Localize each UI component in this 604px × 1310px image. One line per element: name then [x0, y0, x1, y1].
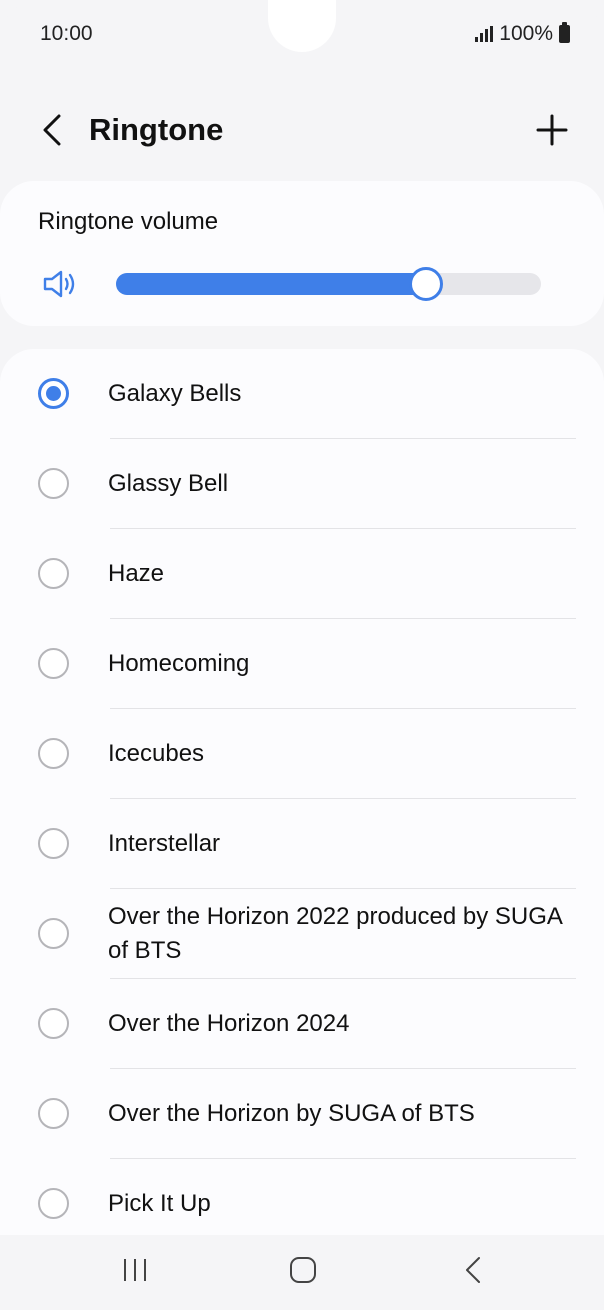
ringtone-row[interactable]: Over the Horizon by SUGA of BTS	[0, 1069, 604, 1159]
radio-button[interactable]	[38, 1188, 69, 1219]
ringtone-list: Galaxy Bells Glassy Bell Haze Homecoming…	[0, 349, 604, 1249]
radio-button[interactable]	[38, 738, 69, 769]
ringtone-label: Interstellar	[108, 830, 221, 857]
radio-button[interactable]	[38, 468, 69, 499]
app-header: Ringtone	[0, 100, 604, 164]
back-icon	[466, 1257, 480, 1283]
volume-slider[interactable]	[116, 267, 541, 301]
home-icon	[290, 1257, 316, 1283]
ringtone-label: Glassy Bell	[108, 470, 229, 497]
status-indicators: 100%	[475, 22, 570, 46]
speaker-icon[interactable]	[42, 269, 78, 299]
ringtone-row[interactable]: Interstellar	[0, 799, 604, 889]
add-ringtone-button[interactable]	[530, 108, 574, 152]
back-nav-button[interactable]	[443, 1245, 503, 1295]
volume-label: Ringtone volume	[38, 208, 219, 235]
radio-button[interactable]	[38, 918, 69, 949]
battery-icon	[559, 22, 570, 43]
ringtone-label: Galaxy Bells	[108, 380, 242, 407]
phone-screen: 10:00 100% Ringtone Ringtone volume Gala…	[0, 0, 604, 1310]
volume-slider-fill	[116, 273, 427, 295]
ringtone-row[interactable]: Haze	[0, 529, 604, 619]
ringtone-label: Homecoming	[108, 650, 250, 677]
ringtone-label: Over the Horizon 2022 produced by SUGA o…	[108, 903, 562, 964]
ringtone-row[interactable]: Glassy Bell	[0, 439, 604, 529]
ringtone-label: Icecubes	[108, 740, 205, 767]
radio-button-selected[interactable]	[38, 378, 69, 409]
volume-slider-thumb[interactable]	[409, 267, 444, 301]
radio-button[interactable]	[38, 648, 69, 679]
status-time: 10:00	[40, 22, 93, 45]
ringtone-label: Over the Horizon by SUGA of BTS	[108, 1100, 475, 1127]
ringtone-row[interactable]: Homecoming	[0, 619, 604, 709]
radio-button[interactable]	[38, 828, 69, 859]
back-button[interactable]	[30, 108, 74, 152]
status-bar: 10:00 100%	[0, 0, 604, 70]
ringtone-row[interactable]: Over the Horizon 2024	[0, 979, 604, 1069]
radio-button[interactable]	[38, 558, 69, 589]
ringtone-row[interactable]: Over the Horizon 2022 produced by SUGA o…	[0, 889, 604, 979]
signal-icon	[475, 26, 494, 42]
plus-icon	[536, 114, 568, 146]
ringtone-label: Over the Horizon 2024	[108, 1010, 350, 1037]
page-title: Ringtone	[89, 112, 224, 147]
ringtone-label: Haze	[108, 560, 165, 587]
volume-card: Ringtone volume	[0, 181, 604, 326]
radio-button[interactable]	[38, 1098, 69, 1129]
battery-percent: 100%	[499, 22, 553, 45]
navigation-bar	[0, 1235, 604, 1310]
ringtone-row[interactable]: Galaxy Bells	[0, 349, 604, 439]
recent-apps-icon	[124, 1259, 146, 1281]
recent-apps-button[interactable]	[105, 1245, 165, 1295]
radio-button[interactable]	[38, 1008, 69, 1039]
camera-notch	[268, 0, 336, 52]
home-button[interactable]	[273, 1245, 333, 1295]
ringtone-row[interactable]: Icecubes	[0, 709, 604, 799]
ringtone-label: Pick It Up	[108, 1190, 211, 1217]
chevron-left-icon	[43, 114, 61, 146]
